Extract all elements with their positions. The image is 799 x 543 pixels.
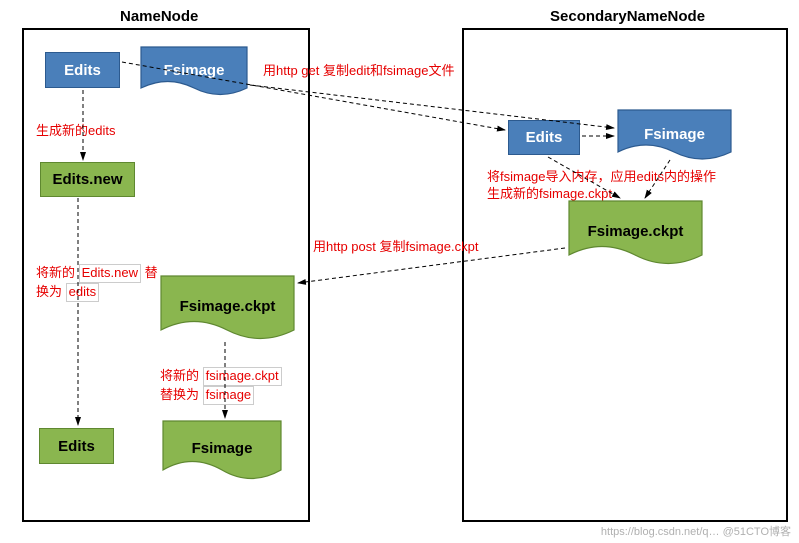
annot-gen-new-edits: 生成新的edits (36, 123, 115, 140)
rename-edits-tag: Edits.new (79, 264, 141, 283)
nn-fsimage2-doc: Fsimage (162, 420, 282, 485)
namenode-title: NameNode (120, 8, 198, 25)
rename-edits-pre: 将新的 (36, 265, 75, 280)
rename-fs-tag1: fsimage.ckpt (203, 367, 282, 386)
sn-fsimage-ckpt-doc: Fsimage.ckpt (568, 200, 703, 270)
nn-edits-new-box: Edits.new (40, 162, 135, 197)
nn-fsimage-ckpt-doc: Fsimage.ckpt (160, 275, 295, 345)
rename-fs-pre: 将新的 (160, 368, 199, 383)
annot-http-get: 用http get 复制edit和fsimage文件 (263, 63, 454, 80)
secondary-title: SecondaryNameNode (550, 8, 705, 25)
sn-edits-box: Edits (508, 120, 580, 155)
annot-apply-line2: 生成新的fsimage.ckpt (487, 186, 612, 201)
annot-rename-fsimage: 将新的 fsimage.ckpt 替换为 fsimage (160, 367, 330, 405)
watermark: https://blog.csdn.net/q… @51CTO博客 (601, 523, 791, 539)
annot-apply: 将fsimage导入内存，应用edits内的操作 生成新的fsimage.ckp… (487, 169, 787, 203)
nn-fsimage-doc: Fsimage (140, 46, 248, 101)
annot-http-post: 用http post 复制fsimage.ckpt (313, 239, 478, 256)
annot-apply-line1: 将fsimage导入内存，应用edits内的操作 (487, 169, 716, 184)
rename-edits-end: edits (66, 283, 99, 302)
rename-fs-mid: 替换为 (160, 387, 199, 402)
rename-edits-mid: 替 (145, 265, 158, 280)
sn-fsimage-doc: Fsimage (617, 109, 732, 165)
rename-fs-tag2: fsimage (203, 386, 255, 405)
nn-edits2-box: Edits (39, 428, 114, 464)
secondary-container (462, 28, 788, 522)
annot-rename-edits: 将新的 Edits.new 替 换为 edits (36, 264, 166, 302)
nn-edits-box: Edits (45, 52, 120, 88)
rename-edits-mid2: 换为 (36, 284, 62, 299)
